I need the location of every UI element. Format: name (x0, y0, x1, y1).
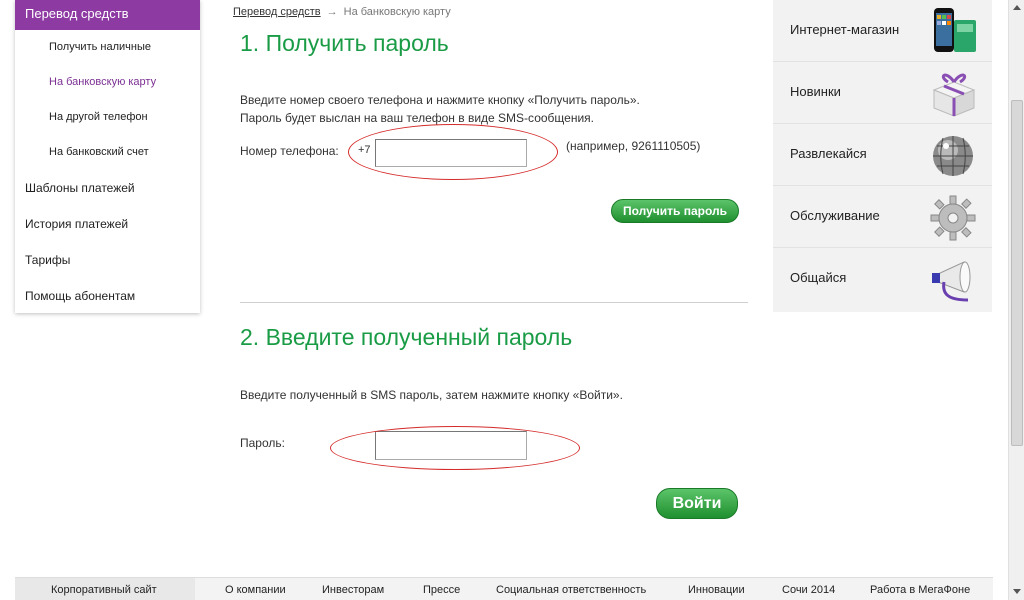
breadcrumb: Перевод средств → На банковскую карту (233, 6, 451, 18)
sidebar-item-templates[interactable]: Шаблоны платежей (25, 181, 135, 195)
promo-item-fun[interactable]: Развлекайся (773, 124, 992, 186)
step1-title: 1. Получить пароль (240, 30, 449, 56)
promo-item-communicate[interactable]: Общайся (773, 248, 992, 310)
sidebar-item-transfer[interactable]: Перевод средств (15, 0, 200, 30)
step2-instruction: Введите полученный в SMS пароль, затем н… (240, 388, 623, 402)
password-input[interactable] (375, 431, 527, 460)
megaphone-icon (932, 261, 971, 302)
phone-hint: (например, 9261110505) (566, 139, 701, 153)
sidebar-subitem-bank-card[interactable]: На банковскую карту (49, 76, 156, 88)
promo-item-new[interactable]: Новинки (773, 62, 992, 124)
section-divider (240, 302, 748, 303)
footer-link-corporate[interactable]: Корпоративный сайт (51, 584, 157, 596)
step1-instruction-2: Пароль будет выслан на ваш телефон в вид… (240, 111, 594, 125)
sidebar: Перевод средств Получить наличные На бан… (15, 0, 200, 313)
right-promo-panel: Интернет-магазин Новинки Развлекайся Обс… (773, 0, 992, 312)
footer-link-about[interactable]: О компании (225, 584, 286, 596)
scrollbar-thumb[interactable] (1011, 100, 1023, 446)
vertical-scrollbar[interactable] (1008, 0, 1024, 600)
promo-item-shop[interactable]: Интернет-магазин (773, 0, 992, 62)
footer-nav: Корпоративный сайт О компании Инвесторам… (15, 577, 993, 600)
breadcrumb-arrow-icon: → (326, 6, 338, 18)
password-label: Пароль: (240, 436, 285, 450)
sidebar-subitem-cash[interactable]: Получить наличные (49, 41, 151, 53)
promo-item-label: Интернет-магазин (790, 22, 900, 37)
gift-icon (932, 73, 976, 117)
footer-link-press[interactable]: Прессе (423, 584, 460, 596)
sidebar-subitem-bank-account[interactable]: На банковский счет (49, 146, 149, 158)
gear-icon (930, 195, 976, 241)
promo-item-label: Общайся (790, 270, 847, 285)
footer-link-social[interactable]: Социальная ответственность (496, 584, 646, 596)
phone-prefix: +7 (358, 144, 371, 156)
sidebar-item-help[interactable]: Помощь абонентам (25, 289, 135, 303)
sidebar-subitem-other-phone[interactable]: На другой телефон (49, 111, 148, 123)
scroll-down-arrow-icon[interactable] (1013, 589, 1021, 594)
promo-item-label: Новинки (790, 84, 841, 99)
sidebar-item-history[interactable]: История платежей (25, 217, 128, 231)
footer-link-investors[interactable]: Инвесторам (322, 584, 384, 596)
sidebar-item-tariffs[interactable]: Тарифы (25, 253, 70, 267)
phone-label: Номер телефона: (240, 144, 339, 158)
breadcrumb-current: На банковскую карту (343, 6, 451, 18)
disco-ball-icon (933, 136, 973, 176)
footer-link-sochi[interactable]: Сочи 2014 (782, 584, 835, 596)
scroll-up-arrow-icon[interactable] (1013, 5, 1021, 10)
phone-input[interactable] (375, 139, 527, 167)
footer-link-innovations[interactable]: Инновации (688, 584, 745, 596)
promo-item-label: Обслуживание (790, 208, 880, 223)
get-password-button[interactable]: Получить пароль (611, 199, 739, 223)
breadcrumb-link-transfer[interactable]: Перевод средств (233, 6, 321, 18)
step1-instruction-1: Введите номер своего телефона и нажмите … (240, 93, 640, 107)
promo-item-service[interactable]: Обслуживание (773, 186, 992, 248)
phone-icon (934, 8, 976, 52)
footer-link-careers[interactable]: Работа в МегаФоне (870, 584, 970, 596)
promo-item-label: Развлекайся (790, 146, 867, 161)
login-button[interactable]: Войти (656, 488, 738, 519)
step2-title: 2. Введите полученный пароль (240, 324, 573, 350)
